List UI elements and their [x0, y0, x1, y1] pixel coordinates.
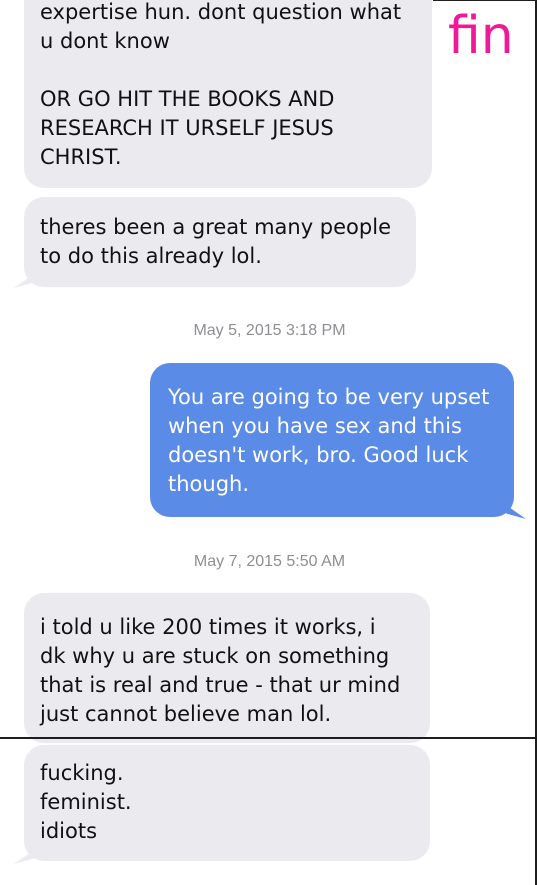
received-message-bubble[interactable]: theres been a great many people to do th…	[24, 197, 416, 287]
received-message-bubble[interactable]: expertise hun. dont question what u dont…	[24, 0, 432, 188]
collage-divider	[0, 737, 537, 739]
bubble-tail	[14, 274, 34, 288]
collage-divider	[433, 0, 537, 1]
timestamp: May 5, 2015 3:18 PM	[193, 322, 346, 339]
received-message-bubble[interactable]: i told u like 200 times it works, i dk w…	[24, 593, 430, 743]
sent-message-bubble[interactable]: You are going to be very upset when you …	[150, 363, 514, 517]
timestamp: May 7, 2015 5:50 AM	[193, 553, 346, 570]
overlay-label: fin	[448, 6, 514, 66]
received-message-bubble[interactable]: fucking. feminist. idiots	[24, 745, 430, 861]
collage-divider	[535, 0, 537, 885]
bubble-tail	[506, 505, 526, 519]
